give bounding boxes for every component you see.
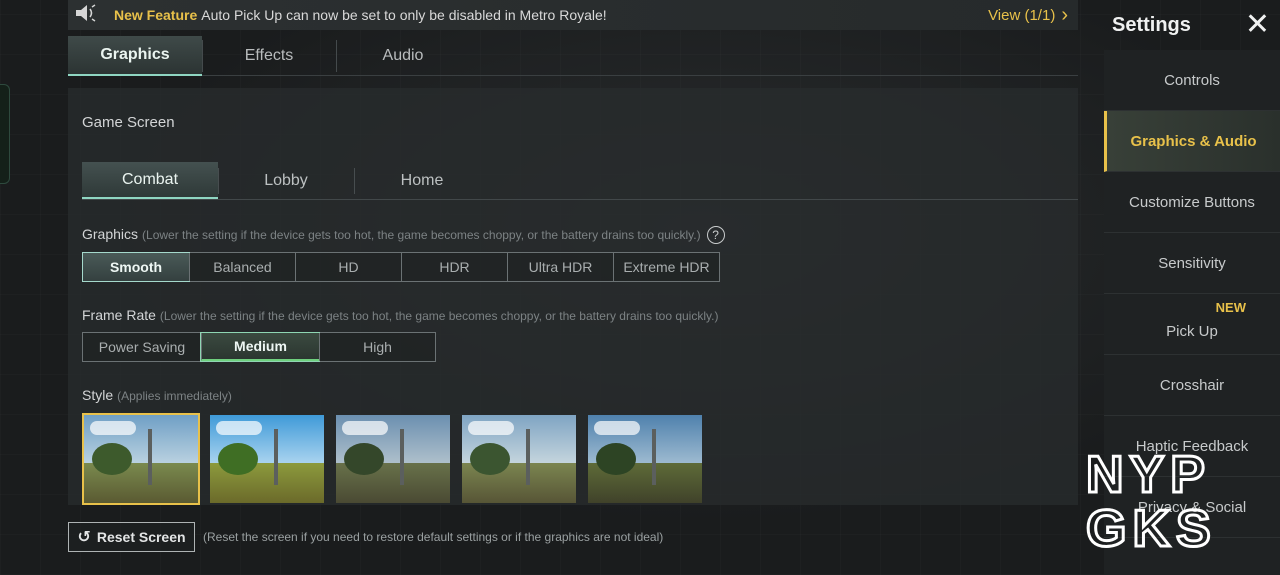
style-thumbnails [82,413,704,505]
game-screen-tabs: Combat Lobby Home [82,162,1078,200]
sub-tab-lobby[interactable]: Lobby [218,162,354,199]
top-tabs: Graphics Effects Audio [68,36,1078,76]
settings-header: Settings ✕ [1104,0,1280,50]
frame-rate-option-medium[interactable]: Medium [200,332,320,362]
sidebar-item-label: Controls [1164,71,1220,89]
style-thumbnail-1[interactable] [82,413,200,505]
graphics-option-ultra-hdr[interactable]: Ultra HDR [507,253,613,281]
reset-description: (Reset the screen if you need to restore… [203,530,664,544]
nypgks-watermark-logo: NYP GKS [1085,446,1217,550]
style-label: Style [82,387,114,403]
settings-title: Settings [1112,13,1191,36]
speaker-icon [74,3,104,27]
frame-rate-label-row: Frame Rate (Lower the setting if the devi… [82,307,718,323]
settings-panel: Game Screen Combat Lobby Home Graphics (L… [68,88,1078,505]
tab-graphics[interactable]: Graphics [68,36,202,76]
sidebar-item-controls[interactable]: Controls [1104,50,1280,111]
sidebar-item-label: Crosshair [1159,376,1225,394]
style-thumbnail-4[interactable] [460,413,578,505]
style-thumbnail-2[interactable] [208,413,326,505]
watermark-line-1: NYP [1086,446,1211,504]
sidebar-item-label: Customize Buttons [1129,193,1255,211]
style-hint: (Applies immediately) [117,389,232,403]
watermark-line-2: GKS [1086,500,1217,550]
sidebar-item-sensitivity[interactable]: Sensitivity [1104,233,1280,294]
graphics-hint: (Lower the setting if the device gets to… [142,228,701,242]
close-icon[interactable]: ✕ [1245,10,1270,40]
reset-icon: ↺ [77,529,91,546]
frame-rate-option-power-saving[interactable]: Power Saving [83,333,201,361]
sidebar-item-label: Sensitivity [1158,254,1226,272]
style-thumbnail-5[interactable] [586,413,704,505]
help-icon[interactable]: ? [706,226,725,245]
graphics-option-balanced[interactable]: Balanced [189,253,295,281]
frame-rate-option-high[interactable]: High [319,333,435,361]
sidebar-item-graphics-audio[interactable]: Graphics & Audio [1104,111,1280,172]
sidebar-item-pick-up[interactable]: NEW Pick Up [1104,294,1280,355]
graphics-option-extreme-hdr[interactable]: Extreme HDR [613,253,719,281]
graphics-quality-selector: Smooth Balanced HD HDR Ultra HDR Extreme… [82,252,720,282]
frame-rate-selector: Power Saving Medium High [82,332,436,362]
view-notices-button[interactable]: View (1/1) › [988,4,1068,27]
graphics-option-smooth[interactable]: Smooth [82,252,190,282]
style-thumbnail-3[interactable] [334,413,452,505]
section-title-game-screen: Game Screen [82,114,175,131]
tab-effects[interactable]: Effects [202,36,336,76]
new-badge: NEW [1215,300,1246,315]
graphics-label: Graphics [82,226,139,242]
reset-screen-button[interactable]: ↺ Reset Screen [68,522,195,552]
sub-tab-home[interactable]: Home [354,162,490,199]
frame-rate-label: Frame Rate [82,307,156,323]
sidebar-item-customize-buttons[interactable]: Customize Buttons [1104,172,1280,233]
sidebar-item-crosshair[interactable]: Crosshair [1104,355,1280,416]
sidebar-item-label: Graphics & Audio [1130,132,1257,150]
graphics-option-hd[interactable]: HD [295,253,401,281]
style-label-row: Style (Applies immediately) [82,387,232,403]
graphics-option-hdr[interactable]: HDR [401,253,507,281]
reset-label: Reset Screen [96,529,186,545]
tab-audio[interactable]: Audio [336,36,470,76]
notice-message: Auto Pick Up can now be set to only be d… [201,7,607,23]
view-label: View (1/1) [988,6,1056,24]
left-edge-handle[interactable] [0,84,10,184]
sidebar-item-label: Pick Up [1166,322,1218,340]
notice-highlight: New Feature [114,7,198,23]
notice-bar[interactable]: New Feature Auto Pick Up can now be set … [68,0,1078,30]
chevron-right-icon: › [1061,3,1068,26]
sub-tab-combat[interactable]: Combat [82,162,218,199]
frame-rate-hint: (Lower the setting if the device gets to… [159,309,719,323]
graphics-label-row: Graphics (Lower the setting if the device… [82,226,725,245]
